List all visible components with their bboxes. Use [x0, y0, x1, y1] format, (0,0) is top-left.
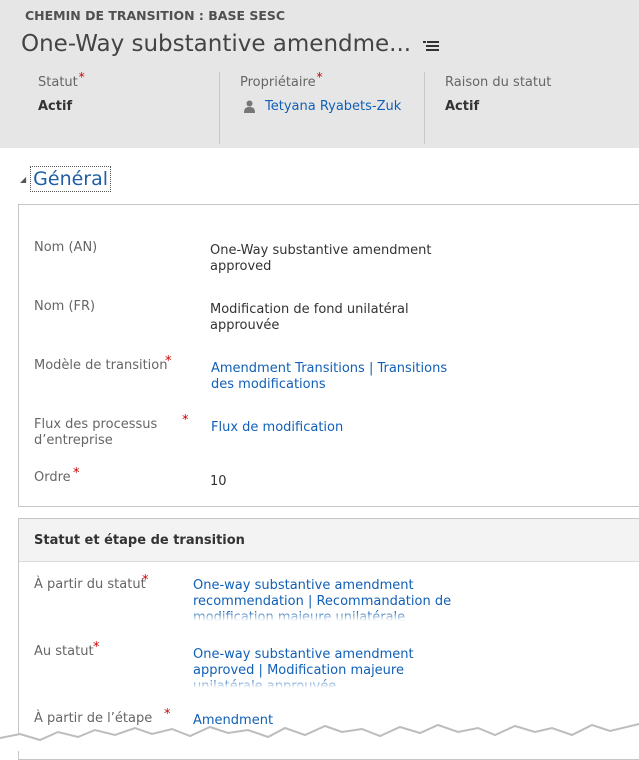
proprietaire-label: Propriétaire — [240, 75, 316, 90]
flux-link[interactable]: Flux de modification — [211, 420, 343, 436]
owner-link[interactable]: Tetyana Ryabets-Zuk — [265, 99, 401, 114]
section-title-general[interactable]: Général — [30, 166, 112, 192]
required-marker: * — [73, 466, 80, 481]
modele-label: Modèle de transition — [34, 358, 168, 373]
list-menu-icon[interactable] — [423, 39, 440, 53]
form-content: ◢ Général Nom (AN) One-Way substantive a… — [4, 148, 639, 760]
au-statut-label: Au statut — [34, 644, 94, 659]
torn-edge — [0, 723, 639, 751]
owner-value: Tetyana Ryabets-Zuk — [244, 99, 401, 114]
nom-fr-value[interactable]: Modification de fond unilatéral approuvé… — [210, 302, 409, 334]
user-icon — [244, 100, 255, 113]
a-partir-statut-label: À partir du statut — [34, 577, 146, 592]
title-row: One-Way substantive amendme... — [21, 31, 440, 57]
au-statut-link[interactable]: One-way substantive amendment approved |… — [193, 647, 414, 688]
header-field-statut: Statut* Actif — [19, 70, 219, 144]
required-marker: * — [182, 413, 189, 428]
nom-an-label: Nom (AN) — [34, 240, 98, 255]
required-marker: * — [142, 573, 149, 588]
general-section-header[interactable]: ◢ Général — [20, 166, 112, 192]
required-marker: * — [78, 70, 85, 84]
raison-label: Raison du statut — [445, 75, 552, 90]
modele-link[interactable]: Amendment Transitions | Transitions des … — [211, 361, 447, 393]
header-field-proprietaire: Propriétaire* Tetyana Ryabets-Zuk — [219, 70, 425, 144]
statut-value: Actif — [38, 99, 73, 114]
record-title: One-Way substantive amendme... — [21, 31, 412, 57]
entity-type-label: CHEMIN DE TRANSITION : BASE SESC — [25, 8, 286, 23]
statut-label: Statut — [38, 75, 78, 90]
required-marker: * — [93, 640, 100, 655]
required-marker: * — [165, 354, 172, 369]
general-section: Nom (AN) One-Way substantive amendment a… — [18, 204, 639, 507]
a-partir-statut-link[interactable]: One-way substantive amendment recommenda… — [193, 578, 452, 621]
raison-value: Actif — [445, 99, 480, 114]
record-header: CHEMIN DE TRANSITION : BASE SESC One-Way… — [0, 0, 639, 148]
nom-an-value[interactable]: One-Way substantive amendment approved — [210, 243, 431, 275]
required-marker: * — [316, 70, 323, 84]
section-title-statut: Statut et étape de transition — [34, 533, 245, 548]
ordre-value[interactable]: 10 — [210, 474, 227, 490]
triangle-down-icon[interactable]: ◢ — [20, 175, 26, 184]
nom-fr-label: Nom (FR) — [34, 299, 96, 314]
statut-section-header[interactable]: Statut et étape de transition — [19, 519, 639, 562]
flux-label: Flux des processus d’entreprise — [34, 417, 158, 448]
header-field-raison: Raison du statut Actif — [424, 72, 639, 144]
ordre-label: Ordre — [34, 470, 71, 485]
